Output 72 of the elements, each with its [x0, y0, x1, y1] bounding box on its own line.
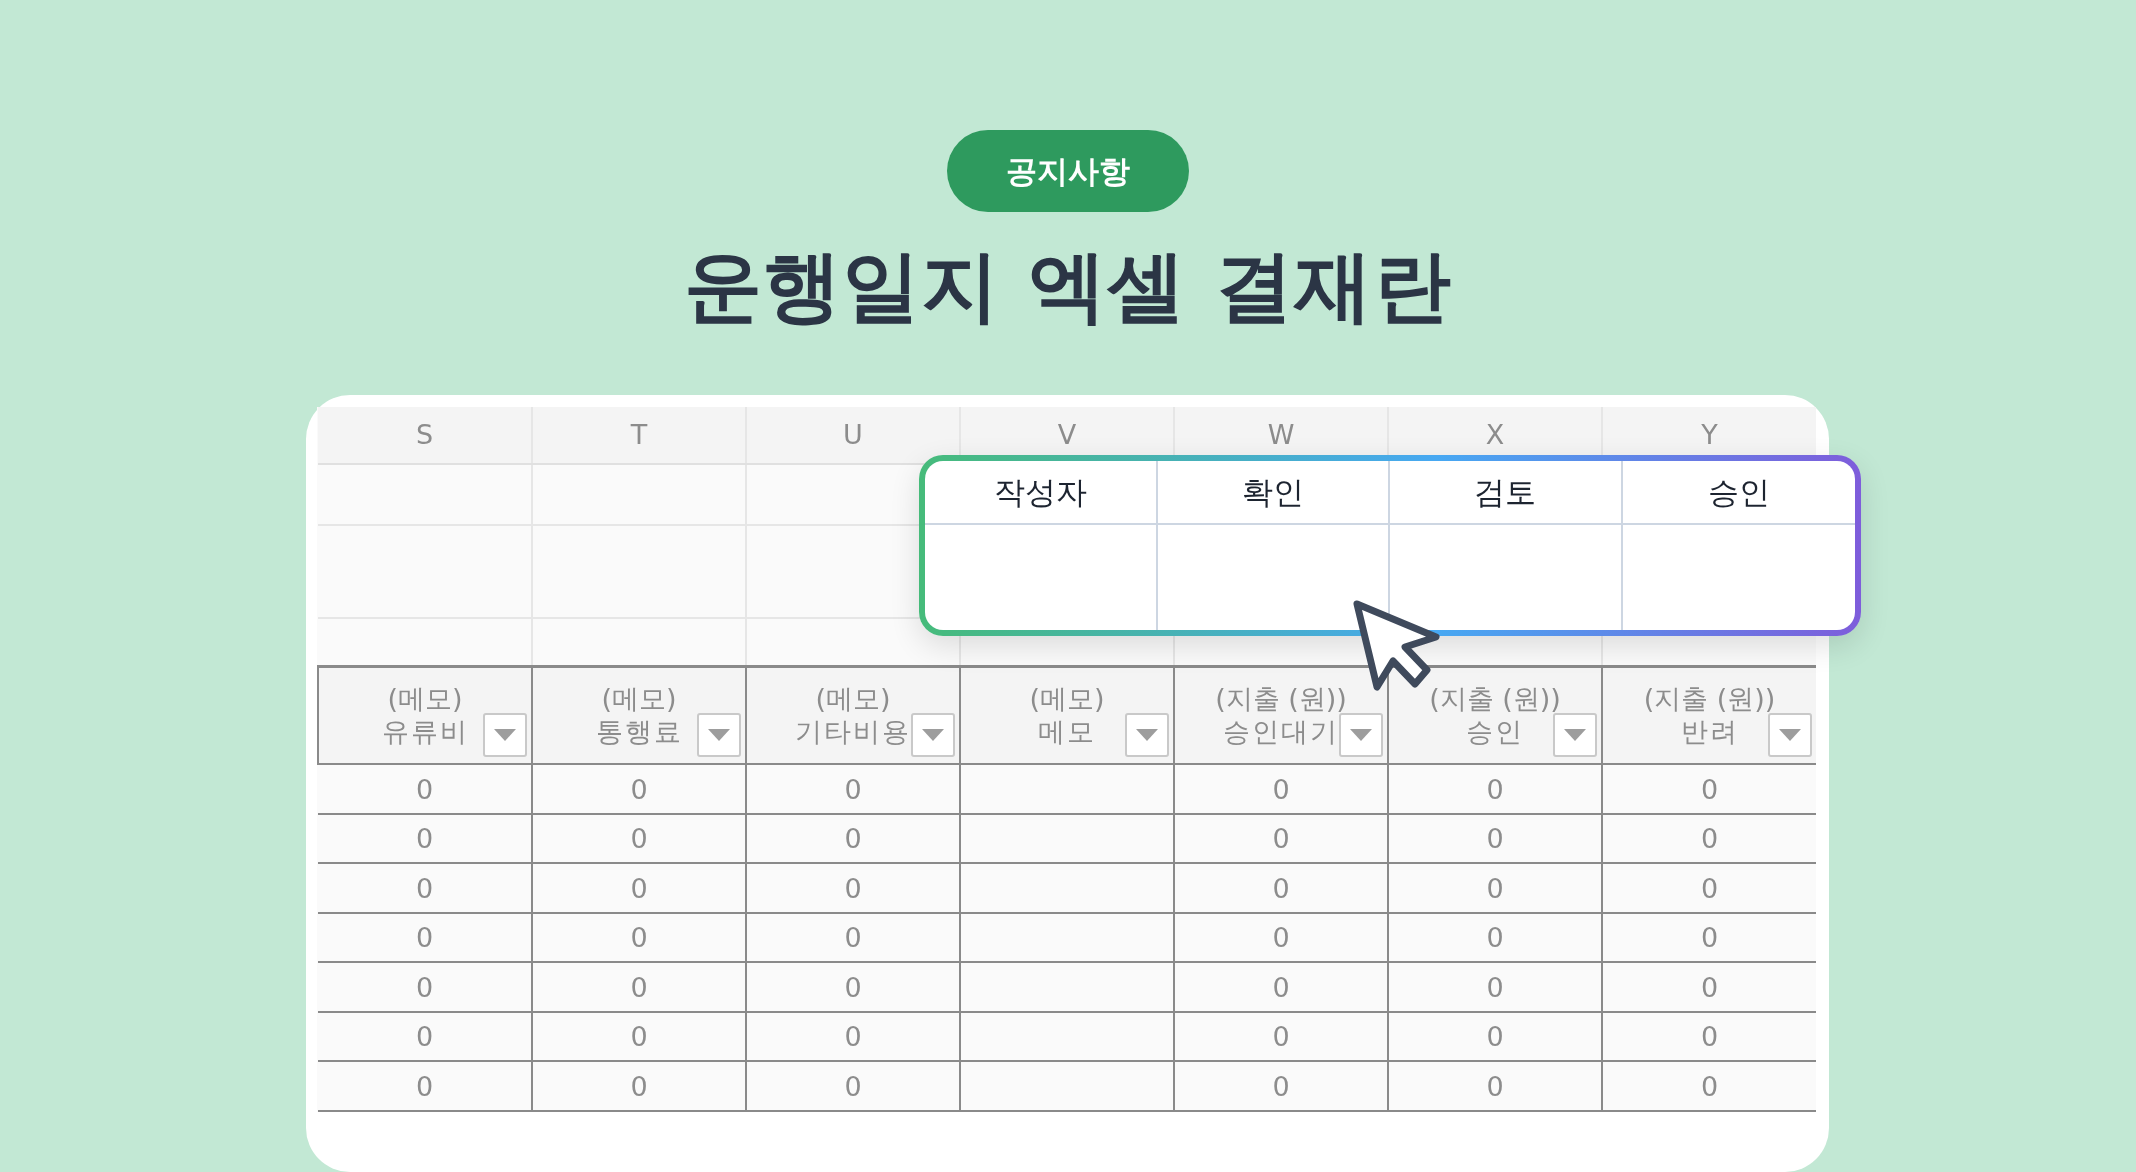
column-letter: T: [532, 407, 746, 465]
table-cell: 0: [532, 912, 746, 963]
table-cell: 0: [318, 813, 532, 864]
table-cell: 0: [1174, 912, 1388, 963]
header-group: (메모): [1029, 683, 1105, 716]
table-cell: 0: [746, 863, 960, 913]
table-cell: 0: [532, 962, 746, 1012]
header-label: 메모: [1038, 715, 1096, 749]
header-group: (지출 (원)): [1215, 683, 1347, 716]
filter-dropdown-button[interactable]: [1768, 713, 1812, 758]
table-cell: 0: [1174, 1011, 1388, 1062]
table-cell: 0: [1602, 962, 1816, 1012]
table-cell: 0: [746, 1011, 960, 1062]
table-cell: 0: [318, 1011, 532, 1062]
filter-dropdown-button[interactable]: [697, 713, 741, 758]
table-cell: 0: [532, 1011, 746, 1062]
page-title: 운행일지 엑셀 결재란: [684, 239, 1452, 333]
table-cell: 0: [746, 764, 960, 814]
header-group: (메모): [601, 683, 677, 716]
table-cell: 0: [532, 863, 746, 913]
table-cell: 0: [1602, 813, 1816, 864]
approval-header: 작성자: [925, 461, 1158, 526]
table-cell: 0: [1602, 863, 1816, 913]
table-cell: 0: [1174, 962, 1388, 1012]
table-cell: 0: [318, 1061, 532, 1111]
table-cell: 0: [1388, 764, 1602, 814]
filter-dropdown-button[interactable]: [1553, 713, 1597, 758]
table-cell: 0: [318, 962, 532, 1012]
table-cell: 0: [1174, 813, 1388, 864]
table-cell: 0: [1388, 1061, 1602, 1111]
approval-header: 검토: [1390, 461, 1623, 526]
filter-dropdown-button[interactable]: [1339, 713, 1383, 758]
table-cell: 0: [1602, 912, 1816, 963]
filter-dropdown-button[interactable]: [483, 713, 527, 758]
header-label: 승인: [1466, 715, 1524, 749]
table-cell: 0: [1602, 764, 1816, 814]
table-cell: 0: [532, 813, 746, 864]
table-cell: 0: [318, 863, 532, 913]
table-cell: 0: [532, 764, 746, 814]
header-group: (지출 (원)): [1429, 683, 1561, 716]
notice-badge: 공지사항: [947, 130, 1189, 212]
table-cell: 0: [746, 962, 960, 1012]
table-cell: 0: [1388, 1011, 1602, 1062]
table-cell: 0: [318, 764, 532, 814]
table-cell: 0: [1388, 863, 1602, 913]
approval-header: 승인: [1622, 461, 1855, 526]
header-label: 통행료: [595, 715, 683, 749]
table-cell: 0: [318, 912, 532, 963]
table-cell: 0: [1388, 912, 1602, 963]
header-label: 승인대기: [1223, 715, 1339, 749]
table-cell: 0: [532, 1061, 746, 1111]
table-cell: 0: [1174, 764, 1388, 814]
header-group: (메모): [815, 683, 891, 716]
filter-dropdown-button[interactable]: [1125, 713, 1169, 758]
table-cell: 0: [746, 1061, 960, 1111]
filter-dropdown-button[interactable]: [911, 713, 955, 758]
header-label: 반려: [1680, 715, 1739, 749]
approval-header: 확인: [1157, 461, 1390, 526]
table-cell: 0: [1602, 1061, 1816, 1111]
header-group: (지출 (원)): [1643, 683, 1776, 716]
table-cell: 0: [746, 813, 960, 864]
table-cell: 0: [1388, 962, 1602, 1012]
table-cell: 0: [1602, 1011, 1816, 1062]
header-label: 유류비: [381, 715, 469, 749]
header-group: (메모): [387, 683, 463, 716]
column-letter: U: [746, 407, 960, 465]
table-cell: 0: [1174, 1061, 1388, 1111]
header-label: 기타비용: [795, 715, 911, 749]
table-cell: 0: [1388, 813, 1602, 864]
column-letter: S: [318, 407, 532, 465]
table-cell: 0: [1174, 863, 1388, 913]
table-cell: 0: [746, 912, 960, 963]
